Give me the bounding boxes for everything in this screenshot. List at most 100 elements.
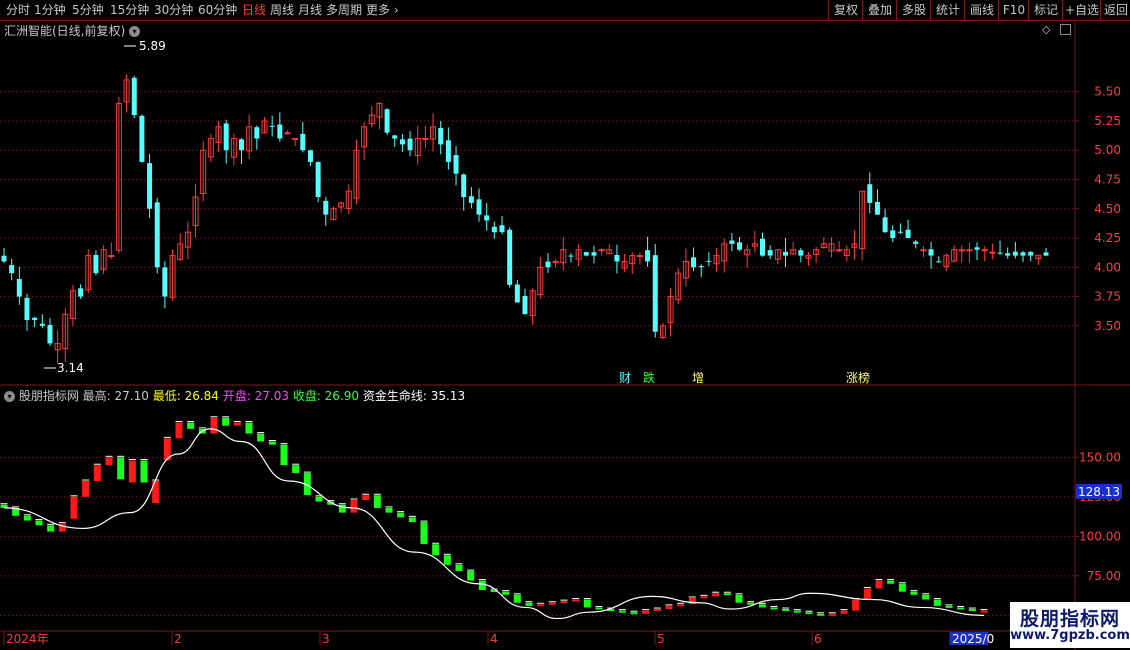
indicator-candle[interactable] — [910, 591, 918, 595]
price-candle[interactable] — [139, 115, 145, 162]
price-candle[interactable] — [913, 241, 919, 244]
indicator-candle[interactable] — [350, 499, 358, 513]
indicator-candle[interactable] — [408, 517, 416, 523]
square-icon[interactable] — [1060, 24, 1071, 35]
price-candle[interactable] — [445, 140, 451, 162]
stock-title[interactable]: 汇洲智能(日线,前复权) ▾ — [4, 22, 141, 39]
indicator-candle[interactable] — [595, 607, 603, 610]
indicator-candle[interactable] — [898, 583, 906, 592]
price-candle[interactable] — [491, 226, 497, 233]
price-candle[interactable] — [1, 255, 7, 262]
price-candle[interactable] — [614, 254, 620, 262]
indicator-candle[interactable] — [805, 612, 813, 615]
indicator-candle[interactable] — [513, 594, 521, 603]
indicator-candle[interactable] — [117, 457, 125, 480]
indicator-candle[interactable] — [653, 609, 661, 612]
price-candle[interactable] — [147, 163, 153, 209]
indicator-candle[interactable] — [140, 460, 148, 483]
indicator-candle[interactable] — [945, 605, 953, 608]
indicator-candle[interactable] — [35, 520, 43, 526]
indicator-candle[interactable] — [537, 604, 545, 607]
indicator-candle[interactable] — [933, 599, 941, 606]
price-candle[interactable] — [798, 250, 804, 256]
price-candle[interactable] — [698, 266, 704, 268]
price-candle[interactable] — [108, 255, 115, 258]
indicator-candle[interactable] — [712, 593, 720, 597]
indicator-candle[interactable] — [420, 522, 428, 545]
price-candle[interactable] — [484, 215, 490, 221]
price-candle[interactable] — [897, 231, 903, 233]
price-candle[interactable] — [47, 324, 53, 344]
indicator-candle[interactable] — [292, 465, 300, 474]
indicator-candle[interactable] — [700, 596, 708, 599]
indicator-candle[interactable] — [502, 591, 510, 595]
price-candle[interactable] — [78, 288, 84, 297]
price-candle[interactable] — [645, 250, 651, 262]
indicator-candle[interactable] — [560, 601, 568, 604]
price-candle[interactable] — [591, 252, 597, 256]
indicator-candle[interactable] — [222, 417, 230, 426]
price-candle[interactable] — [920, 249, 927, 252]
price-candle[interactable] — [936, 261, 942, 263]
indicator-candle[interactable] — [233, 422, 241, 426]
price-candle[interactable] — [522, 295, 528, 315]
indicator-candle[interactable] — [968, 609, 976, 612]
price-candle[interactable] — [277, 124, 283, 139]
price-candle[interactable] — [974, 247, 980, 250]
indicator-candle[interactable] — [723, 593, 731, 596]
price-candle[interactable] — [760, 238, 766, 256]
price-candle[interactable] — [545, 261, 551, 268]
price-candle[interactable] — [16, 279, 22, 297]
indicator-candle[interactable] — [957, 607, 965, 610]
indicator-candle[interactable] — [548, 602, 556, 605]
price-candle[interactable] — [39, 323, 45, 326]
price-candle[interactable] — [468, 196, 474, 203]
price-candle[interactable] — [874, 201, 880, 215]
price-candle[interactable] — [24, 297, 30, 320]
price-candle[interactable] — [1028, 251, 1034, 256]
price-candle[interactable] — [239, 139, 245, 151]
price-candle[interactable] — [300, 133, 306, 151]
indicator-candle[interactable] — [443, 555, 451, 565]
price-candle[interactable] — [867, 184, 873, 203]
indicator-candle[interactable] — [245, 422, 253, 434]
price-candle[interactable] — [966, 249, 973, 252]
indicator-candle[interactable] — [782, 609, 790, 612]
price-candle[interactable] — [905, 229, 911, 239]
price-candle[interactable] — [499, 225, 505, 233]
diamond-icon[interactable]: ◇ — [1042, 23, 1050, 36]
price-candle[interactable] — [1012, 251, 1018, 256]
indicator-candle[interactable] — [432, 544, 440, 556]
price-candle[interactable] — [93, 254, 99, 274]
indicator-candle[interactable] — [735, 594, 743, 603]
indicator-candle[interactable] — [828, 613, 836, 616]
price-candle[interactable] — [307, 150, 313, 162]
price-candle[interactable] — [691, 257, 697, 268]
price-candle[interactable] — [438, 127, 444, 145]
price-candle[interactable] — [154, 202, 160, 268]
indicator-candle[interactable] — [980, 610, 988, 613]
price-candle[interactable] — [9, 265, 15, 274]
price-candle[interactable] — [706, 260, 712, 262]
indicator-candle[interactable] — [677, 604, 685, 607]
indicator-candle[interactable] — [210, 417, 218, 434]
price-candle[interactable] — [568, 255, 574, 257]
indicator-candle[interactable] — [758, 604, 766, 608]
price-candle[interactable] — [223, 123, 229, 151]
indicator-candle[interactable] — [583, 599, 591, 608]
indicator-candle[interactable] — [362, 495, 370, 500]
price-candle[interactable] — [997, 252, 1003, 254]
indicator-candle[interactable] — [315, 496, 323, 502]
price-candle[interactable] — [422, 138, 429, 141]
indicator-candle[interactable] — [840, 610, 848, 614]
indicator-candle[interactable] — [280, 444, 288, 466]
price-candle[interactable] — [507, 229, 513, 285]
price-candle[interactable] — [323, 200, 329, 215]
price-candle[interactable] — [729, 240, 735, 244]
indicator-header[interactable]: ▾ 股朋指标网 最高: 27.10 最低: 26.84 开盘: 27.03 收盘… — [4, 387, 465, 404]
indicator-candle[interactable] — [922, 594, 930, 600]
price-candle[interactable] — [583, 252, 589, 256]
price-candle[interactable] — [652, 255, 658, 332]
price-candle[interactable] — [767, 250, 773, 256]
price-candle[interactable] — [384, 109, 390, 133]
